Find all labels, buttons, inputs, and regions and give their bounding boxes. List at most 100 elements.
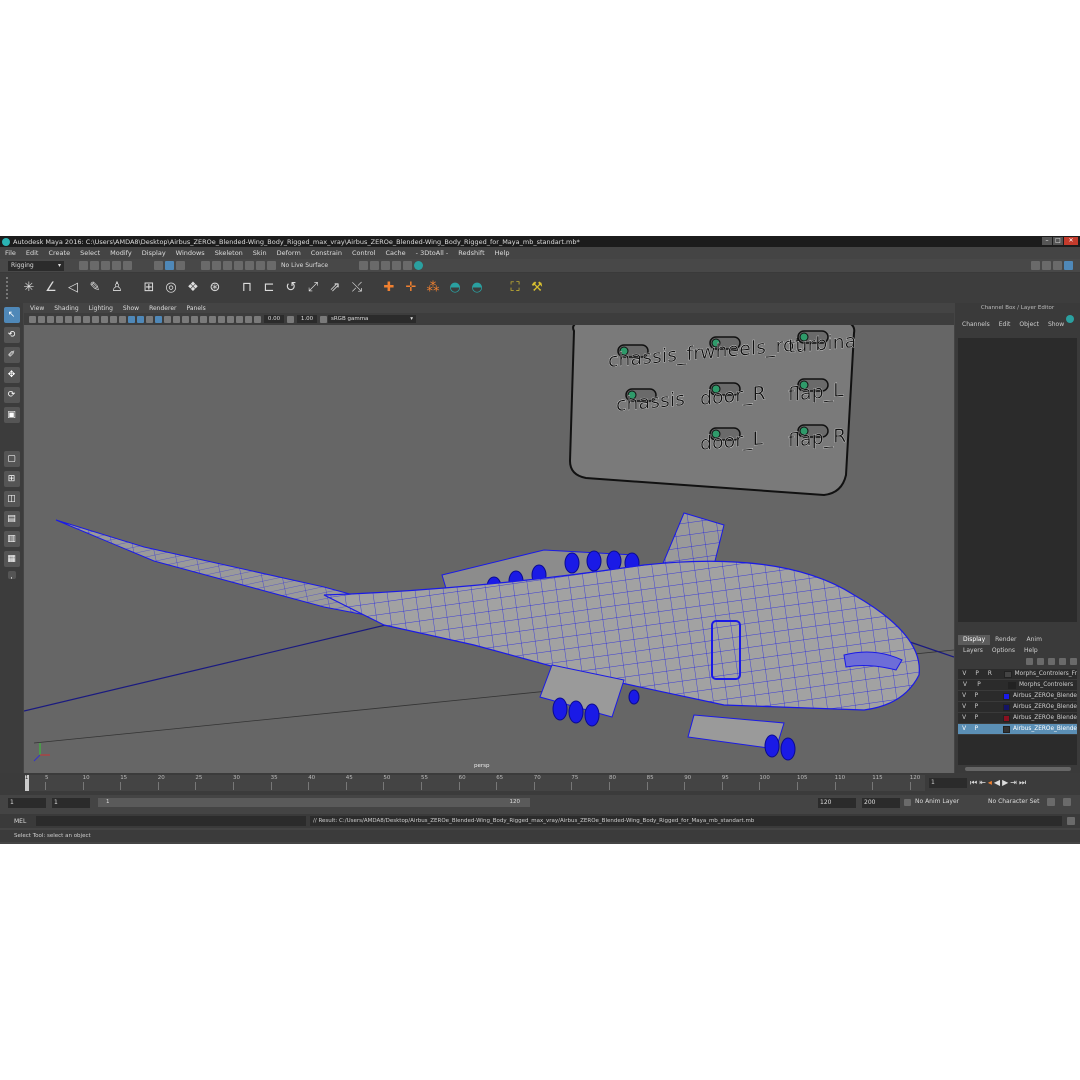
anim-end-field[interactable]: 200 <box>862 798 900 808</box>
graph-layout-icon[interactable]: ▥ <box>3 531 20 547</box>
step-back-frame-icon[interactable]: ◂ <box>988 778 992 788</box>
isolate-select-icon[interactable] <box>209 315 216 323</box>
pole-vector-icon[interactable]: ⤯ <box>348 279 366 297</box>
gamma-icon[interactable] <box>287 315 294 323</box>
select-joints-icon[interactable]: ⛶ <box>506 279 524 297</box>
safe-title-icon[interactable] <box>119 315 126 323</box>
start-time-field[interactable]: 1 <box>8 798 46 808</box>
use-all-lights-icon[interactable] <box>173 315 180 323</box>
preferences-icon[interactable] <box>1063 798 1071 806</box>
gate-mask-icon[interactable] <box>92 315 99 323</box>
layer-color-swatch[interactable] <box>1008 681 1016 689</box>
hypershade-icon[interactable] <box>403 261 413 270</box>
minimize-button[interactable]: – <box>1042 237 1052 245</box>
film-gate-icon[interactable] <box>74 315 81 323</box>
viewport-menu-renderer[interactable]: Renderer <box>149 305 176 312</box>
layer-visibility-toggle[interactable]: V <box>958 726 970 732</box>
layer-down-icon[interactable] <box>1037 658 1044 665</box>
paint-weights-icon[interactable]: ✎ <box>86 279 104 297</box>
shadows-icon[interactable] <box>182 315 189 323</box>
resolution-gate-icon[interactable] <box>83 315 90 323</box>
time-slider[interactable]: 1 5 10 15 20 25 30 35 40 45 50 55 60 65 70 75 80 85 90 95 1… <box>0 773 1080 795</box>
joint-icon[interactable]: ∠ <box>42 279 60 297</box>
scene-3d[interactable]: chassis_frwheels_rotturbinachassis door_R… <box>24 325 954 773</box>
wireframe-on-shaded-icon[interactable] <box>155 315 162 323</box>
paint-select-icon[interactable]: ✐ <box>3 347 20 363</box>
aim-constraint-icon[interactable]: ⇗ <box>326 279 344 297</box>
channel-menu-edit[interactable]: Edit <box>999 321 1011 331</box>
anim-layer-dropdown[interactable]: No Anim Layer <box>915 798 959 805</box>
hypershade-layout-icon[interactable]: ▦ <box>3 551 20 567</box>
lasso-tool-icon[interactable]: ⟲ <box>3 327 20 343</box>
layer-visibility-toggle[interactable]: V <box>958 704 970 710</box>
menu-deform[interactable]: Deform <box>272 249 306 257</box>
camera-attributes-icon[interactable] <box>38 315 45 323</box>
wireframe-icon[interactable] <box>128 315 135 323</box>
layer-playback-toggle[interactable]: P <box>971 671 984 677</box>
menu-redshift[interactable]: Redshift <box>453 249 489 257</box>
bookmark-icon[interactable] <box>47 315 54 323</box>
layer-color-swatch[interactable] <box>1002 725 1010 733</box>
select-hierarchy-icon[interactable] <box>154 261 163 270</box>
layer-color-swatch[interactable] <box>1002 692 1010 700</box>
wrap-icon[interactable]: ❖ <box>184 279 202 297</box>
layer-menu-layers[interactable]: Layers <box>963 646 983 656</box>
go-to-end-icon[interactable]: ⏭ <box>1019 778 1026 788</box>
gamma-field[interactable]: 1.00 <box>297 315 317 323</box>
xray-icon[interactable] <box>191 315 198 323</box>
rotate-tool-icon[interactable]: ⟳ <box>3 387 20 403</box>
layer-up-icon[interactable] <box>1026 658 1033 665</box>
new-scene-icon[interactable] <box>79 261 88 270</box>
layer-visibility-toggle[interactable]: V <box>958 693 970 699</box>
locator-icon[interactable]: ✚ <box>380 279 398 297</box>
layer-menu-help[interactable]: Help <box>1024 646 1038 656</box>
step-forward-key-icon[interactable]: ⇥ <box>1010 778 1017 788</box>
layer-color-swatch[interactable] <box>1004 670 1012 678</box>
layer-color-swatch[interactable] <box>1002 703 1010 711</box>
exposure-icon[interactable] <box>254 315 261 323</box>
anti-aliasing-icon[interactable] <box>236 315 243 323</box>
key-icon[interactable] <box>1047 798 1055 806</box>
menu-cache[interactable]: Cache <box>380 249 410 257</box>
layer-visibility-toggle[interactable]: V <box>958 682 972 688</box>
depth-of-field-icon[interactable] <box>245 315 252 323</box>
attribute-editor-icon[interactable] <box>1042 261 1051 270</box>
script-language-toggle[interactable]: MEL <box>14 818 26 825</box>
layer-playback-toggle[interactable]: P <box>972 682 986 688</box>
human-ik-icon[interactable]: ♙ <box>108 279 126 297</box>
mirror-joint-icon[interactable]: ⚒ <box>528 279 546 297</box>
make-live-icon[interactable] <box>267 261 276 270</box>
select-object-icon[interactable] <box>165 261 174 270</box>
snap-vertex-icon[interactable] <box>256 261 265 270</box>
render-view-icon[interactable] <box>359 261 369 270</box>
command-input[interactable] <box>36 816 306 826</box>
tab-anim[interactable]: Anim <box>1022 635 1047 645</box>
current-time-marker[interactable]: 1 <box>25 775 29 791</box>
redo-icon[interactable] <box>123 261 132 270</box>
grid-icon[interactable] <box>65 315 72 323</box>
ik-handle-icon[interactable]: ✳ <box>20 279 38 297</box>
save-scene-icon[interactable] <box>101 261 110 270</box>
layer-visibility-toggle[interactable]: V <box>958 715 970 721</box>
channel-box-icon[interactable] <box>1064 261 1073 270</box>
range-slider[interactable]: 1 120 <box>98 798 530 807</box>
viewport-menu-show[interactable]: Show <box>123 305 139 312</box>
move-tool-icon[interactable]: ✥ <box>3 367 20 383</box>
new-layer-icon[interactable] <box>1048 658 1055 665</box>
tab-render[interactable]: Render <box>990 635 1021 645</box>
scale-tool-icon[interactable]: ▣ <box>3 407 20 423</box>
anim-start-field[interactable]: 1 <box>52 798 90 808</box>
scale-constraint-icon[interactable]: ⤢ <box>304 279 322 297</box>
ambient-occlusion-icon[interactable] <box>218 315 225 323</box>
layer-row[interactable]: V P Airbus_ZEROe_Blende <box>958 702 1077 713</box>
select-tool-icon[interactable]: ↖ <box>3 307 20 323</box>
dope-sheet-icon[interactable]: ◓ <box>468 279 486 297</box>
snap-view-icon[interactable] <box>234 261 243 270</box>
menu-help[interactable]: Help <box>490 249 515 257</box>
layer-menu-options[interactable]: Options <box>992 646 1015 656</box>
menu-modify[interactable]: Modify <box>105 249 137 257</box>
layer-scrollbar[interactable] <box>965 767 1071 771</box>
channel-menu-show[interactable]: Show <box>1048 321 1064 331</box>
select-camera-icon[interactable] <box>29 315 36 323</box>
parent-constraint-icon[interactable]: ⊓ <box>238 279 256 297</box>
